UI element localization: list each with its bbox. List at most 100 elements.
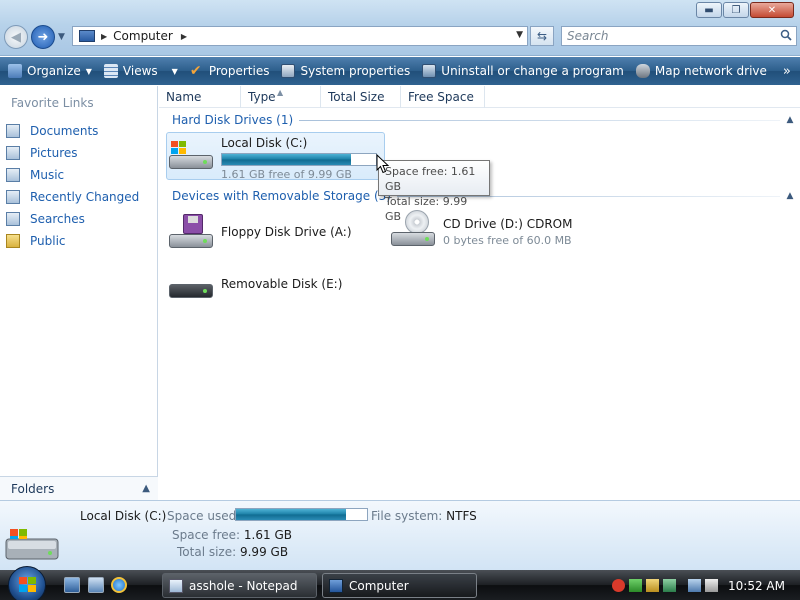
favorite-links-heading: Favorite Links	[11, 96, 94, 110]
minimize-button[interactable]: ▬	[696, 2, 722, 18]
total-size-value: 9.99 GB	[239, 545, 289, 559]
drive-free-space: 0 bytes free of 60.0 MB	[443, 234, 572, 247]
group-label: Devices with Removable Storage (3)	[172, 189, 391, 203]
breadcrumb-arrow-icon[interactable]: ▶	[181, 32, 187, 41]
drive-free-space: 1.61 GB free of 9.99 GB	[221, 168, 352, 181]
sort-arrow-icon: ▲	[277, 88, 284, 97]
taskbar: asshole - Notepad Computer 10:52 AM	[0, 566, 800, 600]
chevron-down-icon: ▼	[171, 66, 178, 76]
drive-body	[169, 234, 213, 248]
uninstall-label: Uninstall or change a program	[441, 64, 624, 78]
properties-button[interactable]: ✔ Properties	[190, 64, 270, 78]
close-button[interactable]: ✕	[750, 2, 794, 18]
show-desktop-icon[interactable]	[64, 577, 80, 593]
maximize-button[interactable]: ❐	[723, 2, 749, 18]
address-dropdown-icon[interactable]: ▼	[516, 30, 523, 40]
breadcrumb-arrow-icon[interactable]: ▶	[101, 32, 107, 41]
organize-button[interactable]: Organize ▼	[8, 64, 92, 78]
taskbar-item-computer[interactable]: Computer	[322, 573, 477, 598]
system-properties-button[interactable]: System properties	[281, 64, 410, 78]
volume-muted-icon[interactable]	[705, 579, 718, 592]
refresh-icon: ⇆	[536, 29, 548, 43]
search-icon[interactable]	[780, 29, 792, 41]
column-headers: Name ▲ Type Total Size Free Space	[159, 86, 800, 108]
sidebar-item-public[interactable]: Public	[6, 230, 139, 252]
details-space-free: Space free: 1.61 GB	[172, 528, 292, 542]
file-system-value: NTFS	[446, 509, 477, 523]
update-icon[interactable]	[663, 579, 676, 592]
details-file-system: File system: NTFS	[371, 509, 477, 523]
views-icon	[103, 64, 118, 78]
space-used-label: Space used:	[167, 509, 241, 523]
recent-pages-dropdown[interactable]: ▼	[58, 32, 65, 42]
drive-floppy-a[interactable]: Floppy Disk Drive (A:)	[167, 212, 377, 256]
taskbar-item-label: Computer	[349, 578, 409, 593]
forward-button[interactable]: ➜	[31, 25, 55, 49]
check-icon[interactable]	[629, 579, 642, 592]
address-bar[interactable]: ▶ Computer ▶ ▼	[72, 26, 528, 46]
views-button[interactable]: Views ▼	[103, 64, 178, 78]
drive-tooltip: Space free: 1.61 GB Total size: 9.99 GB	[378, 160, 490, 223]
column-header-free-space[interactable]: Free Space	[401, 86, 485, 108]
taskbar-item-notepad[interactable]: asshole - Notepad	[162, 573, 317, 598]
window-controls: ▬ ❐ ✕	[696, 2, 794, 18]
total-size-label: Total size:	[177, 545, 237, 559]
sidebar-item-label: Documents	[30, 124, 99, 138]
refresh-button[interactable]: ⇆	[530, 26, 554, 46]
sidebar-item-label: Recently Changed	[30, 190, 140, 204]
organize-icon	[8, 64, 22, 78]
drive-body	[169, 284, 213, 298]
group-header-hard-disk-drives[interactable]: Hard Disk Drives (1) ▲	[159, 111, 800, 129]
removable-drive-icon	[167, 266, 217, 310]
tray-app-icon[interactable]	[646, 579, 659, 592]
internet-explorer-icon[interactable]	[111, 577, 127, 593]
taskbar-item-label: asshole - Notepad	[189, 578, 298, 593]
notepad-icon	[169, 578, 183, 593]
details-total-size: Total size: 9.99 GB	[177, 545, 288, 559]
back-button[interactable]: ◀	[4, 25, 28, 49]
documents-icon	[6, 124, 20, 138]
computer-icon	[79, 30, 95, 42]
details-item-name: Local Disk (C:)	[80, 509, 167, 523]
sidebar-item-label: Public	[30, 234, 66, 248]
views-label: Views	[122, 64, 158, 78]
folder-icon	[6, 234, 20, 248]
network-drive-icon	[635, 64, 650, 78]
details-pane: Local Disk (C:) Space used: File system:…	[0, 500, 800, 570]
floppy-drive-icon	[167, 212, 217, 256]
checkmark-icon: ✔	[189, 63, 202, 79]
music-icon	[6, 168, 20, 182]
network-icon[interactable]	[688, 579, 701, 592]
windows-logo-icon	[171, 141, 186, 154]
column-header-total-size[interactable]: Total Size	[321, 86, 401, 108]
sidebar-item-pictures[interactable]: Pictures	[6, 142, 139, 164]
sidebar-item-documents[interactable]: Documents	[6, 120, 139, 142]
drive-info: Floppy Disk Drive (A:)	[217, 212, 352, 256]
security-alert-icon[interactable]	[612, 579, 625, 592]
more-commands-button[interactable]: »	[783, 64, 791, 79]
system-properties-label: System properties	[300, 64, 411, 78]
computer-icon	[329, 578, 343, 593]
switch-windows-icon[interactable]	[88, 577, 104, 593]
drive-local-disk-c[interactable]: Local Disk (C:) 1.61 GB free of 9.99 GB	[166, 132, 385, 181]
group-label: Hard Disk Drives (1)	[172, 113, 294, 127]
column-header-name[interactable]: Name	[159, 86, 241, 108]
breadcrumb-computer[interactable]: Computer	[113, 29, 173, 43]
sidebar-item-label: Music	[30, 168, 65, 182]
clock[interactable]: 10:52 AM	[728, 579, 785, 593]
sidebar-item-searches[interactable]: Searches	[6, 208, 139, 230]
start-button[interactable]	[8, 566, 46, 600]
map-network-label: Map network drive	[654, 64, 767, 78]
map-network-drive-button[interactable]: Map network drive	[635, 64, 767, 78]
sidebar-item-music[interactable]: Music	[6, 164, 139, 186]
folders-toggle[interactable]: Folders ▲	[0, 476, 158, 500]
uninstall-program-button[interactable]: Uninstall or change a program	[422, 64, 624, 78]
space-free-label: Space free:	[172, 528, 241, 542]
drive-removable-e[interactable]: Removable Disk (E:)	[167, 266, 367, 310]
system-properties-icon	[281, 64, 296, 78]
search-input[interactable]: Search	[561, 26, 797, 46]
column-header-type[interactable]: ▲ Type	[241, 86, 321, 108]
sidebar-item-recently-changed[interactable]: Recently Changed	[6, 186, 139, 208]
searches-icon	[6, 212, 20, 226]
command-bar: Organize ▼ Views ▼ ✔ Properties System p…	[0, 57, 800, 85]
